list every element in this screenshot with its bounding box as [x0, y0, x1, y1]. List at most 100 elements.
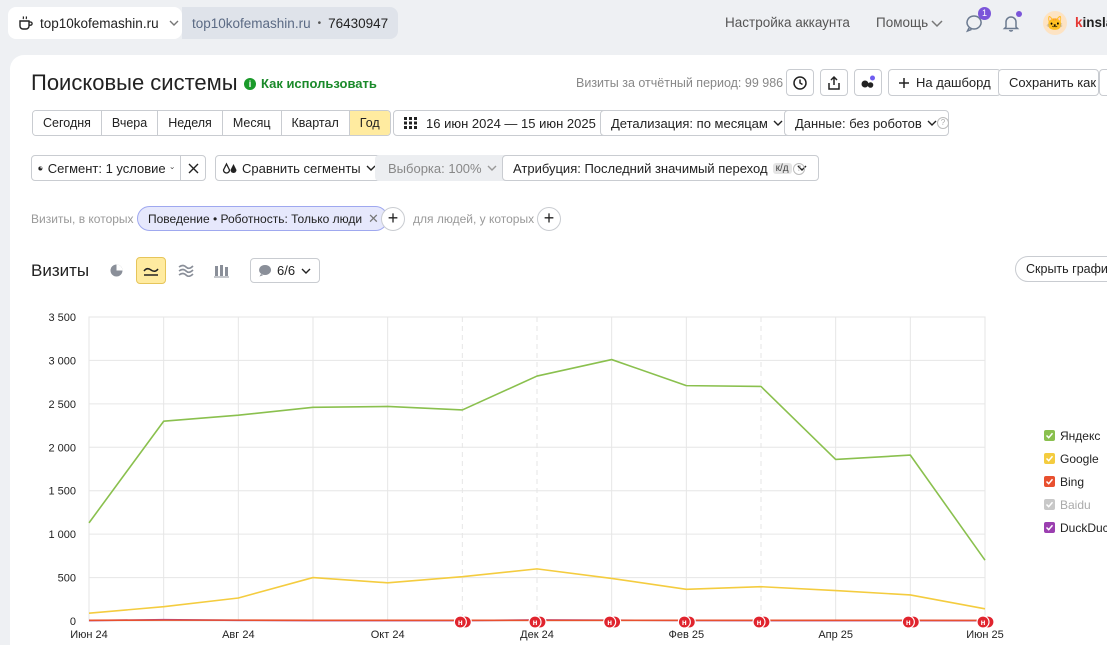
add-to-dashboard-button[interactable]: На дашборд	[888, 69, 1001, 96]
bar-view-button[interactable]	[206, 257, 236, 284]
add-people-filter-button[interactable]: +	[537, 207, 561, 231]
svg-text:н: н	[981, 618, 986, 627]
area-chart-icon	[178, 264, 194, 277]
legend-item-baidu[interactable]: Baidu	[1044, 493, 1107, 516]
legend-label: DuckDuckGo	[1060, 520, 1107, 535]
x-tick-label: Июн 24	[70, 629, 108, 641]
site-selector[interactable]: top10kofemashin.ru	[8, 7, 182, 39]
how-to-use-link[interactable]: i Как использовать	[244, 76, 377, 91]
legend-checkbox[interactable]	[1044, 476, 1055, 487]
chevron-down-icon	[487, 165, 497, 171]
chevron-down-icon	[169, 20, 179, 26]
chevron-down-icon	[927, 120, 937, 126]
detail-dropdown[interactable]: Детализация: по месяцам	[600, 110, 795, 136]
annotation-marker: н	[603, 615, 622, 629]
help-icon[interactable]: ?	[793, 163, 805, 175]
ai-assistant-button[interactable]	[854, 69, 882, 96]
legend-label: Bing	[1060, 474, 1085, 489]
avatar[interactable]: 🐱	[1043, 11, 1067, 35]
close-icon	[188, 163, 198, 173]
hide-chart-button[interactable]: Скрыть график	[1015, 256, 1107, 282]
line-chart-icon	[143, 267, 159, 276]
remove-filter-icon[interactable]: ✕	[368, 211, 379, 227]
clock-icon	[793, 75, 807, 90]
period-tab-4[interactable]: Квартал	[281, 111, 350, 135]
annotations-dropdown[interactable]: 6/6	[250, 258, 321, 283]
counter-id: 76430947	[328, 15, 389, 31]
period-tab-2[interactable]: Неделя	[158, 111, 223, 135]
legend-item-google[interactable]: Google	[1044, 447, 1107, 470]
help-menu[interactable]: Помощь	[876, 15, 928, 30]
pie-view-button[interactable]	[101, 257, 131, 284]
x-tick-label: Дек 24	[520, 629, 554, 641]
period-tab-0[interactable]: Сегодня	[33, 111, 102, 135]
x-tick-label: Окт 24	[371, 629, 405, 641]
period-tabs: Сегодня Вчера Неделя Месяц Квартал Год	[32, 110, 391, 136]
area-view-button[interactable]	[171, 257, 201, 284]
attribution-badge: к/д	[772, 162, 792, 174]
period-tab-5[interactable]: Год	[349, 111, 390, 135]
messages-badge: 1	[978, 7, 991, 20]
attribution-dropdown[interactable]: Атрибуция: Последний значимый переход к/…	[502, 155, 819, 181]
line-view-button[interactable]	[136, 257, 166, 284]
visits-line-chart: 0 500 1 000 1 500 2 000 2 500 3 000 3 500 Июн 24…	[48, 312, 1004, 641]
info-icon: i	[244, 77, 256, 90]
history-button[interactable]	[786, 69, 814, 96]
more-button[interactable]	[1099, 69, 1107, 96]
chart-legend: Яндекс Google Bing Baidu DuckDuckGo	[1044, 424, 1107, 539]
x-tick-label: Фев 25	[669, 629, 705, 641]
segment-dropdown[interactable]: Сегмент: 1 условие	[31, 155, 181, 181]
legend-item-duckduckgo[interactable]: DuckDuckGo	[1044, 516, 1107, 539]
x-tick-label: Апр 25	[818, 629, 853, 641]
save-as-button[interactable]: Сохранить как	[998, 69, 1099, 96]
svg-text:н: н	[757, 618, 762, 627]
annotation-marker: н	[976, 615, 995, 629]
y-tick-label: 2 000	[48, 442, 76, 454]
counter-domain: top10kofemashin.ru	[192, 15, 311, 31]
export-button[interactable]	[820, 69, 848, 96]
x-tick-label: Июн 25	[966, 629, 1004, 641]
legend-label: Google	[1060, 451, 1099, 466]
legend-checkbox[interactable]	[1044, 430, 1055, 441]
legend-checkbox[interactable]	[1044, 499, 1055, 510]
compare-drops-icon	[222, 162, 237, 174]
help-icon[interactable]: ?	[937, 117, 949, 129]
counter-selector[interactable]: top10kofemashin.ru • 76430947	[182, 7, 398, 39]
legend-label: Baidu	[1060, 497, 1091, 512]
legend-checkbox[interactable]	[1044, 522, 1055, 533]
assistant-icon	[861, 75, 875, 88]
legend-item-bing[interactable]: Bing	[1044, 470, 1107, 493]
annotation-marker: н	[752, 615, 771, 629]
legend-label: Яндекс	[1060, 428, 1101, 443]
comment-icon	[259, 265, 272, 277]
y-tick-label: 500	[58, 573, 76, 585]
pie-chart-icon	[110, 264, 122, 277]
data-filter-dropdown[interactable]: Данные: без роботов	[784, 110, 949, 136]
date-range-picker[interactable]: 16 июн 2024 — 15 июн 2025	[393, 110, 607, 136]
robotness-filter-chip[interactable]: Поведение • Роботность: Только люди ✕	[137, 206, 388, 231]
legend-item-yandex[interactable]: Яндекс	[1044, 424, 1107, 447]
chart-title: Визиты	[31, 261, 90, 280]
annotation-marker: н	[901, 615, 920, 629]
compare-segments-button[interactable]: Сравнить сегменты	[215, 155, 384, 181]
visits-period-total: Визиты за отчётный период: 99 986	[576, 76, 784, 90]
period-tab-1[interactable]: Вчера	[101, 111, 159, 135]
svg-text:н: н	[458, 618, 463, 627]
y-tick-label: 1 000	[48, 529, 76, 541]
period-tab-3[interactable]: Месяц	[222, 111, 282, 135]
annotation-marker: н	[453, 615, 472, 629]
svg-text:н: н	[607, 618, 612, 627]
coffee-cup-icon	[19, 16, 33, 30]
y-tick-label: 1 500	[48, 486, 76, 498]
svg-text:н: н	[906, 618, 911, 627]
username[interactable]: kinsla	[1075, 15, 1107, 30]
y-tick-label: 0	[70, 616, 76, 628]
account-settings-link[interactable]: Настройка аккаунта	[725, 15, 850, 30]
chevron-down-icon	[301, 268, 311, 274]
sample-dropdown[interactable]: Выборка: 100%	[375, 155, 511, 181]
add-visit-filter-button[interactable]: +	[381, 207, 405, 231]
annotation-marker: н	[528, 615, 547, 629]
legend-checkbox[interactable]	[1044, 453, 1055, 464]
clear-segment-button[interactable]	[180, 155, 206, 181]
chevron-down-icon	[170, 167, 174, 170]
